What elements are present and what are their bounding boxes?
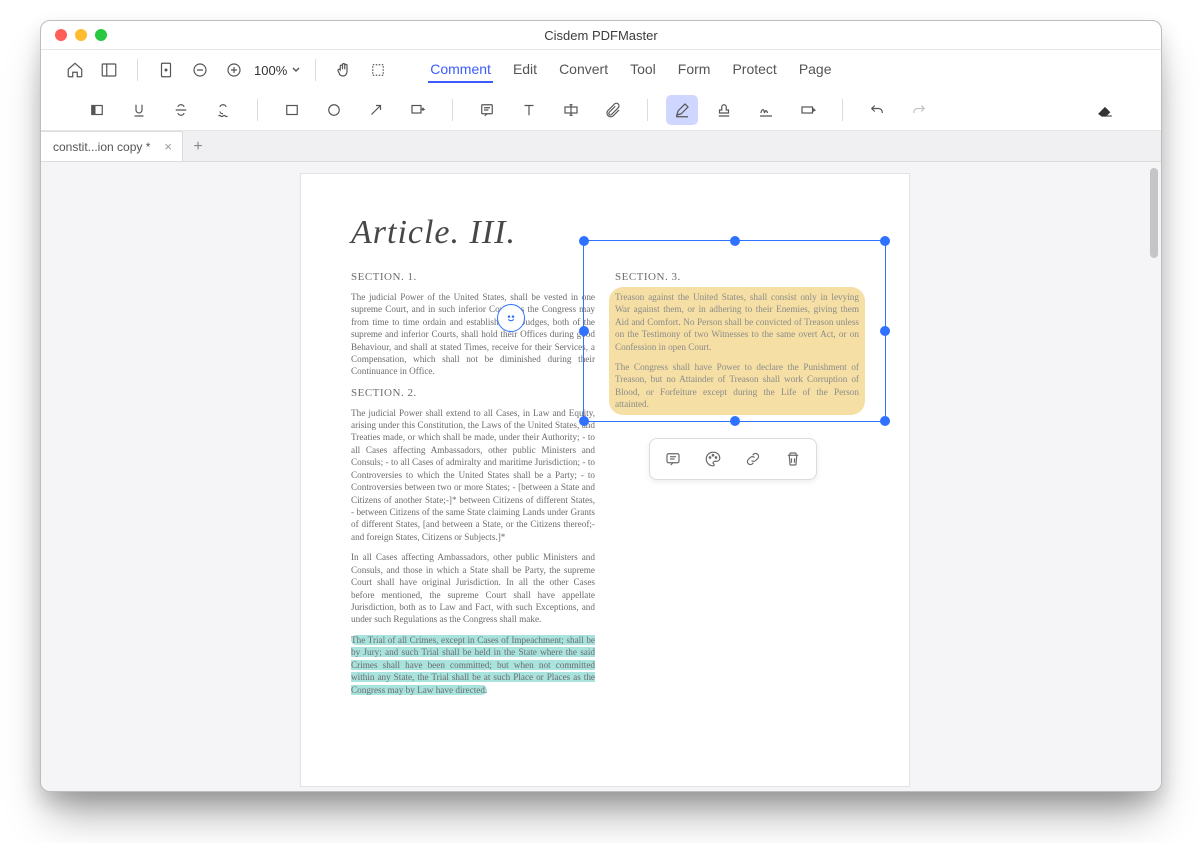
section-2-head: SECTION. 2. — [351, 386, 595, 401]
fit-page-icon[interactable] — [152, 56, 180, 84]
link-area-tool-icon[interactable] — [792, 95, 824, 125]
resize-handle-n[interactable] — [730, 236, 740, 246]
vertical-scrollbar[interactable] — [1150, 168, 1158, 258]
resize-handle-s[interactable] — [730, 416, 740, 426]
sticky-note-marker-icon[interactable] — [497, 304, 525, 332]
popup-link-icon[interactable] — [744, 450, 762, 468]
section-2-p3-highlighted: The Trial of all Crimes, except in Cases… — [351, 634, 595, 696]
home-icon[interactable] — [61, 56, 89, 84]
primary-toolbar: 100% Comment Edit Convert Tool Form Prot… — [41, 50, 1161, 90]
section-2-p2: In all Cases affecting Ambassadors, othe… — [351, 551, 595, 626]
callout-tool-icon[interactable] — [402, 95, 434, 125]
close-tab-icon[interactable]: × — [164, 139, 172, 154]
app-window: Cisdem PDFMaster 100% Comment Edit Conve… — [40, 20, 1162, 792]
note-tool-icon[interactable] — [471, 95, 503, 125]
highlight-tool-icon[interactable] — [81, 95, 113, 125]
attachment-tool-icon[interactable] — [597, 95, 629, 125]
section-1-body: The judicial Power of the United States,… — [351, 291, 595, 378]
circle-tool-icon[interactable] — [318, 95, 350, 125]
signature-tool-icon[interactable] — [750, 95, 782, 125]
rectangle-tool-icon[interactable] — [276, 95, 308, 125]
zoom-value: 100% — [254, 63, 287, 78]
select-tool-icon[interactable] — [364, 56, 392, 84]
annotation-context-toolbar — [649, 438, 817, 480]
stamp-tool-icon[interactable] — [708, 95, 740, 125]
resize-handle-e[interactable] — [880, 326, 890, 336]
section-1-head: SECTION. 1. — [351, 270, 595, 285]
new-tab-button[interactable]: + — [183, 132, 213, 161]
chevron-down-icon — [291, 65, 301, 75]
text-tool-icon[interactable] — [513, 95, 545, 125]
annotation-selection-box[interactable] — [583, 240, 886, 422]
resize-handle-nw[interactable] — [579, 236, 589, 246]
eraser-tool-icon[interactable] — [1089, 95, 1121, 125]
zoom-in-icon[interactable] — [220, 56, 248, 84]
popup-note-icon[interactable] — [664, 450, 682, 468]
resize-handle-se[interactable] — [880, 416, 890, 426]
tab-convert[interactable]: Convert — [557, 57, 610, 83]
titlebar: Cisdem PDFMaster — [41, 21, 1161, 50]
tab-tool[interactable]: Tool — [628, 57, 658, 83]
strikethrough-tool-icon[interactable] — [165, 95, 197, 125]
window-title: Cisdem PDFMaster — [41, 28, 1161, 43]
annotation-toolbar — [41, 90, 1161, 131]
undo-icon[interactable] — [861, 95, 893, 125]
left-column: SECTION. 1. The judicial Power of the Un… — [351, 262, 595, 704]
sidebar-toggle-icon[interactable] — [95, 56, 123, 84]
zoom-out-icon[interactable] — [186, 56, 214, 84]
arrow-tool-icon[interactable] — [360, 95, 392, 125]
zoom-level[interactable]: 100% — [254, 63, 301, 78]
tab-protect[interactable]: Protect — [730, 57, 778, 83]
tab-form[interactable]: Form — [676, 57, 713, 83]
document-viewport[interactable]: Article. III. SECTION. 1. The judicial P… — [41, 162, 1161, 792]
popup-color-icon[interactable] — [704, 450, 722, 468]
pencil-tool-icon[interactable] — [666, 95, 698, 125]
hand-tool-icon[interactable] — [330, 56, 358, 84]
resize-handle-sw[interactable] — [579, 416, 589, 426]
resize-handle-ne[interactable] — [880, 236, 890, 246]
underline-tool-icon[interactable] — [123, 95, 155, 125]
popup-delete-icon[interactable] — [784, 450, 802, 468]
document-tab-label: constit...ion copy * — [53, 140, 150, 154]
squiggly-tool-icon[interactable] — [207, 95, 239, 125]
tab-edit[interactable]: Edit — [511, 57, 539, 83]
textbox-tool-icon[interactable] — [555, 95, 587, 125]
section-2-p1: The judicial Power shall extend to all C… — [351, 407, 595, 544]
document-tab-bar: constit...ion copy * × + — [41, 131, 1161, 162]
mode-tabs: Comment Edit Convert Tool Form Protect P… — [428, 57, 833, 83]
redo-icon[interactable] — [903, 95, 935, 125]
tab-page[interactable]: Page — [797, 57, 834, 83]
tab-comment[interactable]: Comment — [428, 57, 493, 83]
resize-handle-w[interactable] — [579, 326, 589, 336]
document-tab[interactable]: constit...ion copy * × — [41, 131, 183, 161]
